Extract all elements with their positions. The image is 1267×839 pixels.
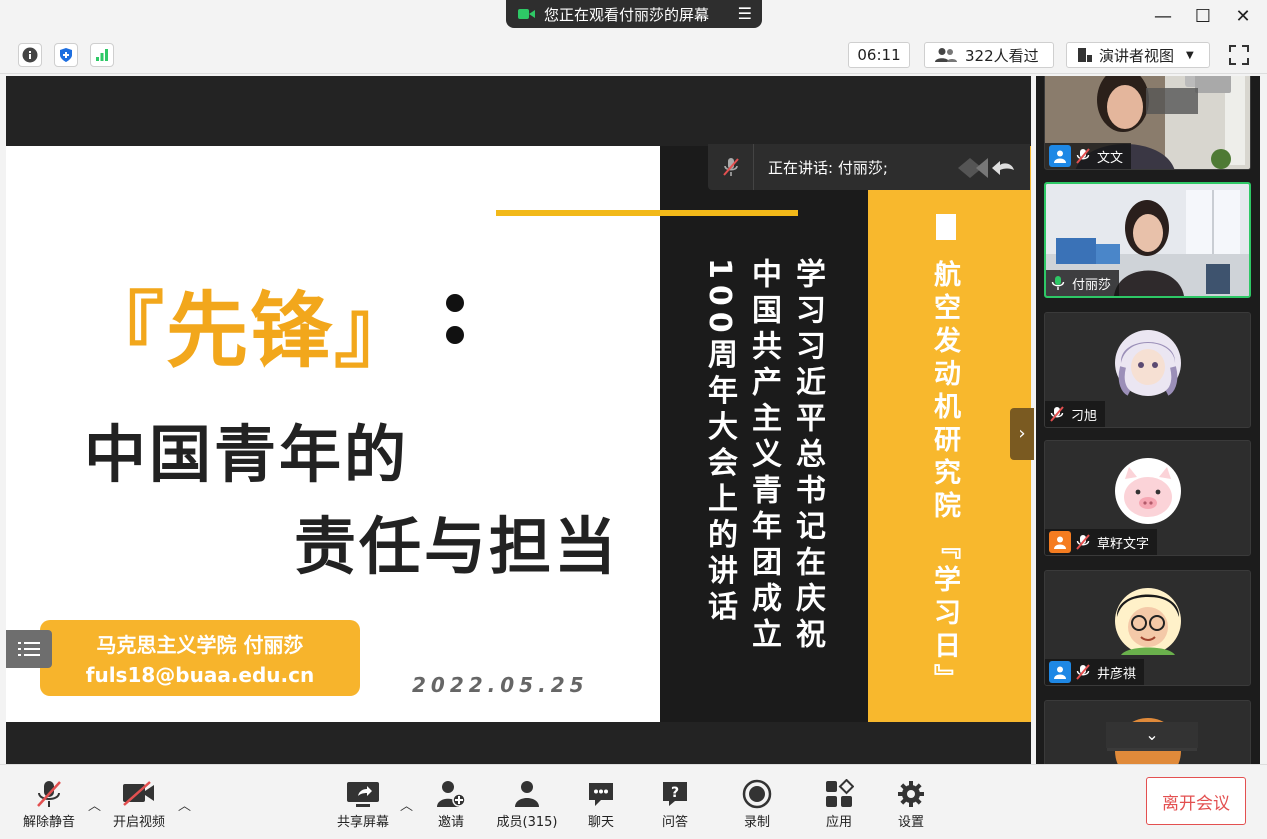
user-icon — [1049, 661, 1071, 683]
layout-icon — [1078, 48, 1092, 62]
info-icon[interactable] — [18, 43, 42, 67]
chevron-down-icon: ▼ — [1186, 49, 1194, 61]
screen-share-banner[interactable]: 您正在观看付丽莎的屏幕 ☰ — [506, 0, 762, 28]
record-button[interactable]: 录制 — [722, 777, 792, 830]
apps-grid-icon — [804, 777, 874, 811]
network-signal-icon[interactable] — [90, 43, 114, 67]
participant-tile[interactable]: 井彦祺 — [1044, 570, 1251, 686]
back-arrow-icon[interactable] — [948, 156, 1018, 184]
settings-button[interactable]: 设置 — [876, 777, 946, 830]
slide-title-highlight: 『先锋』 — [82, 284, 419, 379]
slide-list-icon[interactable] — [6, 630, 52, 668]
microphone-active-icon — [1051, 276, 1065, 290]
participant-name-bar: 井彦祺 — [1045, 659, 1145, 685]
speaking-indicator: 正在讲话: 付丽莎; — [708, 144, 1030, 190]
chat-bubble-icon — [566, 777, 636, 811]
video-options-chevron-icon[interactable]: ︿ — [178, 795, 191, 814]
unmute-button[interactable]: 解除静音 — [14, 777, 84, 830]
maximize-button[interactable]: ☐ — [1186, 4, 1220, 30]
members-button[interactable]: 成员(315) — [492, 777, 562, 830]
close-button[interactable]: ✕ — [1226, 4, 1260, 30]
author-name: 马克思主义学院 付丽莎 — [96, 633, 304, 657]
apps-button[interactable]: 应用 — [804, 777, 874, 830]
svg-text:?: ? — [671, 785, 679, 801]
microphone-muted-icon — [1076, 148, 1090, 164]
title-bar: 您正在观看付丽莎的屏幕 ☰ — ☐ ✕ — [0, 0, 1267, 36]
microphone-muted-icon — [14, 777, 84, 811]
share-screen-icon — [328, 777, 398, 811]
chat-button[interactable]: 聊天 — [566, 777, 636, 830]
panel-collapse-chevron-icon[interactable]: › — [1010, 408, 1034, 460]
participant-name-bar: 刁旭 — [1045, 401, 1106, 427]
meeting-window: 您正在观看付丽莎的屏幕 ☰ — ☐ ✕ 06:11 322人看过 演讲者视图 ▼ — [0, 0, 1267, 839]
gear-icon — [876, 777, 946, 811]
study-day-label: 『学习日』 — [929, 532, 960, 697]
microphone-muted-icon — [708, 144, 754, 190]
institute-name: 航空发动机研究院 — [929, 260, 960, 524]
leave-meeting-button[interactable]: 离开会议 — [1146, 777, 1246, 825]
start-video-button[interactable]: 开启视频 — [104, 777, 174, 830]
participant-name-bar: 文文 — [1045, 143, 1132, 169]
security-shield-icon[interactable] — [54, 43, 78, 67]
vertical-text-col1: 学习习近平总书记在庆祝 — [790, 258, 825, 654]
participant-tile[interactable]: 刁旭 — [1044, 312, 1251, 428]
user-icon — [1049, 145, 1071, 167]
scroll-down-chevron-icon[interactable]: ⌄ — [1106, 722, 1198, 748]
audio-options-chevron-icon[interactable]: ︿ — [88, 795, 101, 814]
video-camera-off-icon — [104, 777, 174, 811]
yellow-panel-square — [936, 214, 956, 240]
participant-video-panel: 文文 付丽莎 刁旭 草籽文字 井彦祺 ⌄ — [1036, 76, 1260, 764]
bottom-control-bar: 解除静音 ︿ 开启视频 ︿ 共享屏幕 ︿ 邀请 成员(315) 聊天 ? 问答 … — [0, 764, 1267, 839]
share-banner-text: 您正在观看付丽莎的屏幕 — [544, 5, 710, 24]
share-screen-button[interactable]: 共享屏幕 — [328, 777, 398, 830]
menu-icon[interactable]: ☰ — [738, 4, 752, 23]
viewer-count[interactable]: 322人看过 — [924, 42, 1054, 68]
minimize-button[interactable]: — — [1146, 4, 1180, 30]
speaking-text: 正在讲话: 付丽莎; — [768, 158, 888, 177]
participant-name-bar: 付丽莎 — [1046, 270, 1120, 296]
slide-colon — [446, 286, 468, 346]
qa-button[interactable]: ? 问答 — [640, 777, 710, 830]
video-camera-icon — [518, 8, 536, 20]
members-icon — [492, 777, 562, 811]
participant-tile-active[interactable]: 付丽莎 — [1044, 182, 1251, 298]
invite-button[interactable]: 邀请 — [416, 777, 486, 830]
decorative-gold-line — [496, 210, 798, 216]
share-options-chevron-icon[interactable]: ︿ — [400, 795, 413, 814]
scroll-up-chevron-icon[interactable] — [1146, 88, 1198, 114]
view-mode-select[interactable]: 演讲者视图 ▼ — [1066, 42, 1210, 68]
participant-tile[interactable]: 草籽文字 — [1044, 440, 1251, 556]
slide-title-line3: 责任与担当 — [294, 510, 620, 583]
fullscreen-icon[interactable] — [1226, 42, 1252, 68]
add-user-icon — [416, 777, 486, 811]
shared-screen-stage: 『先锋』 中国青年的 责任与担当 马克思主义学院 付丽莎 fuls18@buaa… — [6, 76, 1034, 764]
record-icon — [722, 777, 792, 811]
microphone-muted-icon — [1050, 406, 1064, 422]
question-icon: ? — [640, 777, 710, 811]
meeting-timer: 06:11 — [848, 42, 910, 68]
vertical-text-col3: 100周年大会上的讲话 — [702, 258, 737, 627]
microphone-muted-icon — [1076, 664, 1090, 680]
author-email: fuls18@buaa.edu.cn — [85, 663, 315, 687]
slide-date: 2022.05.25 — [412, 673, 589, 697]
participant-name-bar: 草籽文字 — [1045, 529, 1158, 555]
author-badge: 马克思主义学院 付丽莎 fuls18@buaa.edu.cn — [40, 620, 360, 696]
microphone-muted-icon — [1076, 534, 1090, 550]
user-icon — [1049, 531, 1071, 553]
slide-title-line2: 中国青年的 — [84, 418, 410, 491]
top-toolbar: 06:11 322人看过 演讲者视图 ▼ — [0, 36, 1267, 74]
presentation-slide: 『先锋』 中国青年的 责任与担当 马克思主义学院 付丽莎 fuls18@buaa… — [6, 146, 1031, 722]
people-icon — [935, 48, 957, 62]
vertical-text-col2: 中国共产主义青年团成立 — [746, 258, 781, 654]
